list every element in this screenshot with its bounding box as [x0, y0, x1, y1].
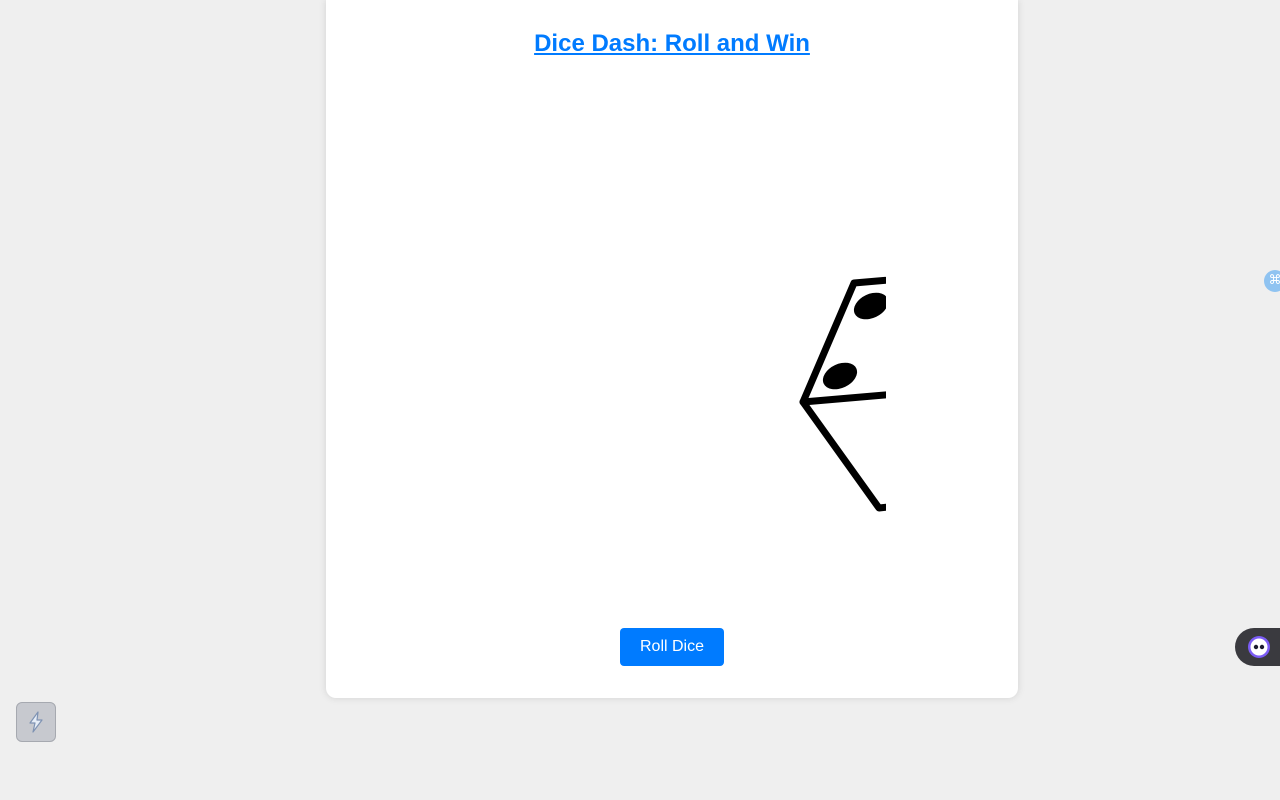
command-key-icon[interactable]: ⌘: [1264, 270, 1280, 292]
extension-button-right[interactable]: [1235, 628, 1280, 666]
lightning-bolt-icon: [29, 711, 43, 733]
roll-dice-button[interactable]: Roll Dice: [620, 628, 724, 666]
dice-image: [799, 276, 886, 512]
game-title[interactable]: Dice Dash: Roll and Win: [326, 30, 1018, 58]
assistant-face-icon: [1248, 636, 1270, 658]
game-card: Dice Dash: Roll and Win Roll Dice: [326, 0, 1018, 698]
extension-button-left[interactable]: [16, 702, 56, 742]
